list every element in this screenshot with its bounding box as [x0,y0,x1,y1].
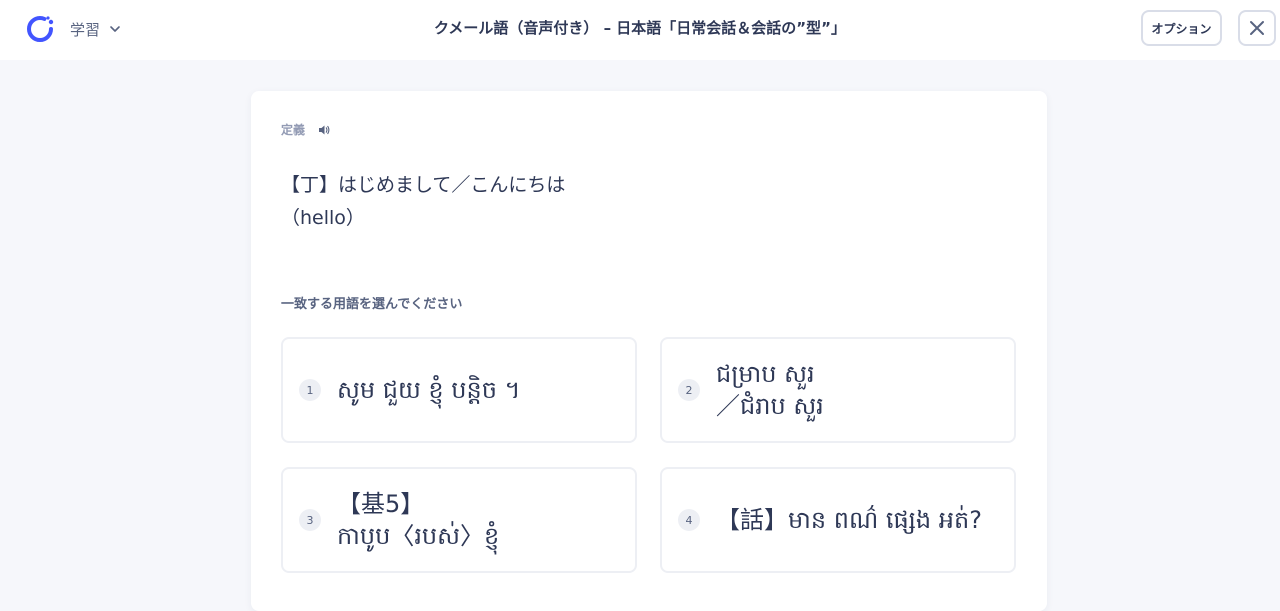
option-text: 【話】មាន ពណ៌ ផ្សេង អត់? [716,504,982,536]
answer-option-2[interactable]: 2 ជម្រាប សួរ ／ជំរាប សួរ [660,337,1016,443]
close-button[interactable] [1238,10,1276,46]
option-text: សូម ជួយ ខ្ញុំ បន្តិច ។ [337,374,520,406]
option-line-1: ជម្រាប សួរ [716,360,815,388]
option-line-1: សូម ជួយ ខ្ញុំ បន្តិច ។ [337,376,521,404]
definition-header: 定義 [281,121,331,138]
option-number: 4 [678,509,700,531]
close-icon [1250,21,1264,35]
option-line-1: 【基5】 [337,490,425,518]
answer-option-1[interactable]: 1 សូម ជួយ ខ្ញុំ បន្តិច ។ [281,337,637,443]
speaker-icon[interactable] [317,123,331,137]
definition-line-1: 【丁】はじめまして／こんにちは [281,174,566,196]
top-bar: 学習 クメール語（音声付き） – 日本語「日常会話＆会話の”型”」 オプション [0,0,1280,60]
definition-text: 【丁】はじめまして／こんにちは （hello） [281,169,565,235]
option-number: 2 [678,379,700,401]
option-line-2: ／ជំរាប សួរ [716,392,824,420]
answer-prompt: 一致する用語を選んでください [281,297,463,312]
definition-line-2: （hello） [281,207,365,229]
option-text: 【基5】 កាបូប〈របស់〉ខ្ញុំ [337,488,499,552]
option-line-1: 【話】មាន ពណ៌ ផ្សេង អត់? [716,506,982,534]
set-title: クメール語（音声付き） – 日本語「日常会話＆会話の”型”」 [433,19,847,37]
options-button[interactable]: オプション [1141,10,1222,46]
answer-option-3[interactable]: 3 【基5】 កាបូប〈របស់〉ខ្ញុំ [281,467,637,573]
definition-label: 定義 [281,123,306,137]
option-line-2: កាបូប〈របស់〉ខ្ញុំ [337,522,500,550]
answer-option-4[interactable]: 4 【話】មាន ពណ៌ ផ្សេង អត់? [660,467,1016,573]
option-text: ជម្រាប សួរ ／ជំរាប សួរ [716,358,824,422]
option-number: 3 [299,509,321,531]
option-number: 1 [299,379,321,401]
question-card: 定義 【丁】はじめまして／こんにちは （hello） 一致する用語を選んでくださ… [251,91,1047,611]
